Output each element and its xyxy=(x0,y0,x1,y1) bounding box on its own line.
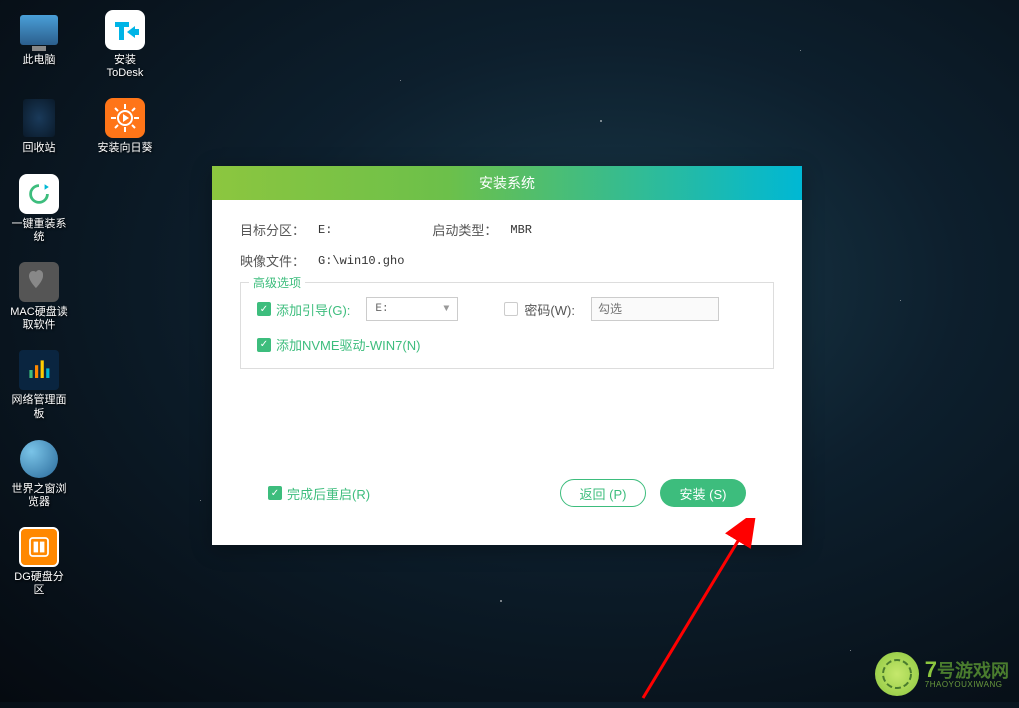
desktop-icon-mac-reader[interactable]: MAC硬盘读取软件 xyxy=(10,262,68,332)
network-panel-icon xyxy=(19,350,59,390)
boot-type-label: 启动类型： xyxy=(432,220,510,239)
check-icon: ✓ xyxy=(268,486,282,500)
globe-icon xyxy=(19,439,59,479)
icon-label: 网络管理面板 xyxy=(10,394,68,420)
nvme-label: 添加NVME驱动-WIN7(N) xyxy=(276,335,420,354)
icon-label: 安装向日葵 xyxy=(98,142,153,155)
advanced-options-fieldset: 高级选项 ✓ 添加引导(G): E: ▼ 密码(W): ✓ xyxy=(240,282,774,369)
desktop-icon-sunflower[interactable]: 安装向日葵 xyxy=(96,98,154,155)
image-file-value: G:\win10.gho xyxy=(318,254,404,268)
password-label: 密码(W): xyxy=(524,300,575,319)
desktop-icon-this-pc[interactable]: 此电脑 xyxy=(10,10,68,80)
restart-after-checkbox[interactable]: ✓ 完成后重启(R) xyxy=(268,484,370,503)
desktop-icon-reinstall[interactable]: 一键重装系统 xyxy=(10,174,68,244)
back-button[interactable]: 返回 (P) xyxy=(560,479,646,507)
target-partition-value: E: xyxy=(318,223,332,237)
add-boot-checkbox[interactable]: ✓ 添加引导(G): xyxy=(257,300,350,319)
annotation-arrow xyxy=(598,518,798,708)
icon-label: MAC硬盘读取软件 xyxy=(10,306,68,332)
install-system-dialog: 安装系统 目标分区： E: 启动类型： MBR 映像文件： G:\win10.g… xyxy=(212,166,802,545)
watermark-title: 7号游戏网 xyxy=(925,659,1009,681)
todesk-icon xyxy=(105,10,145,50)
watermark-subtitle: 7HAOYOUXIWANG xyxy=(925,681,1009,689)
icon-label: DG硬盘分区 xyxy=(10,571,68,597)
dialog-body: 目标分区： E: 启动类型： MBR 映像文件： G:\win10.gho 高级… xyxy=(212,200,802,545)
icon-label: 回收站 xyxy=(23,142,56,155)
bin-icon xyxy=(19,98,59,138)
desktop-icon-theworld-browser[interactable]: 世界之窗浏览器 xyxy=(10,439,68,509)
install-button[interactable]: 安装 (S) xyxy=(660,479,746,507)
sunflower-icon xyxy=(105,98,145,138)
boot-type-value: MBR xyxy=(510,223,532,237)
desktop-icon-todesk[interactable]: 安装ToDesk xyxy=(96,10,154,80)
password-input[interactable] xyxy=(591,297,719,321)
add-boot-label: 添加引导(G): xyxy=(276,300,350,319)
pc-icon xyxy=(19,10,59,50)
desktop-icon-network-panel[interactable]: 网络管理面板 xyxy=(10,350,68,420)
icon-label: 安装ToDesk xyxy=(96,54,154,80)
desktop-icon-dg-partition[interactable]: DG硬盘分区 xyxy=(10,527,68,597)
nvme-driver-checkbox[interactable]: ✓ 添加NVME驱动-WIN7(N) xyxy=(257,335,420,354)
check-icon: ✓ xyxy=(257,302,271,316)
check-icon: ✓ xyxy=(257,338,271,352)
image-file-label: 映像文件： xyxy=(240,251,318,270)
dialog-title: 安装系统 xyxy=(212,166,802,200)
mac-disk-icon xyxy=(19,262,59,302)
icon-label: 一键重装系统 xyxy=(10,218,68,244)
icon-label: 此电脑 xyxy=(23,54,56,67)
watermark-logo-icon xyxy=(875,652,919,696)
advanced-legend: 高级选项 xyxy=(249,274,305,291)
reinstall-icon xyxy=(19,174,59,214)
dropdown-value: E: xyxy=(375,303,388,315)
password-checkbox[interactable] xyxy=(504,302,518,316)
target-partition-label: 目标分区： xyxy=(240,220,318,239)
chevron-down-icon: ▼ xyxy=(443,304,449,315)
restart-label: 完成后重启(R) xyxy=(287,484,370,503)
desktop-icon-recycle-bin[interactable]: 回收站 xyxy=(10,98,68,155)
desktop-icons: 此电脑 安装ToDesk 回收站 安装向日葵 一键重装系统 xyxy=(10,10,154,597)
boot-drive-dropdown[interactable]: E: ▼ xyxy=(366,297,458,321)
dg-icon xyxy=(19,527,59,567)
icon-label: 世界之窗浏览器 xyxy=(10,483,68,509)
watermark: 7号游戏网 7HAOYOUXIWANG xyxy=(875,652,1009,696)
